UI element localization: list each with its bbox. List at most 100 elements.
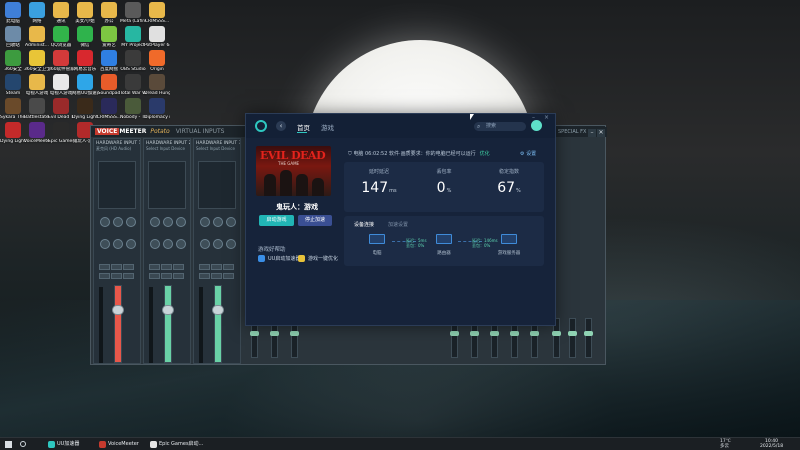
weather-widget[interactable]: 17℃ 多云 (720, 439, 731, 449)
desktop-icon[interactable]: Dying Light 2 (72, 98, 98, 120)
knob[interactable] (226, 239, 236, 249)
desktop-icon[interactable]: Nobody - The Turna... (120, 98, 146, 120)
close-icon[interactable]: ✕ (597, 129, 605, 137)
strip-device[interactable]: Select Input Device (144, 146, 190, 151)
strip-device[interactable]: 麦克风 (HD Audio) (94, 146, 140, 152)
desktop-icon[interactable]: CRIMSSS... (96, 98, 122, 120)
desktop-icon[interactable]: 爱奇艺 (96, 26, 122, 48)
knob[interactable] (163, 217, 173, 227)
desktop-icon[interactable]: Epic Games Launcher (48, 122, 74, 144)
strip-device[interactable]: Select Input Device (194, 146, 240, 151)
game-booster-window[interactable]: ‹ 首页 游戏 ⌕ 搜索 – × EVIL DEAD THE GAME 鬼玩人：… (245, 113, 556, 326)
desktop-icon[interactable]: Steam (0, 74, 26, 96)
tab-home[interactable]: 首页 (297, 122, 310, 132)
desktop-icon[interactable]: 办公 (96, 2, 122, 24)
taskbar-app[interactable]: VoiceMeeter (97, 439, 143, 450)
tab-device-connection[interactable]: 设备连接 (354, 221, 374, 228)
knob[interactable] (126, 239, 136, 249)
desktop-icon[interactable]: 微信 (72, 26, 98, 48)
avatar[interactable] (531, 120, 542, 131)
bus-buttons[interactable] (99, 263, 137, 270)
desktop-icon[interactable]: 360安全卫士 (24, 50, 50, 72)
knob[interactable] (100, 217, 110, 227)
desktop-icon[interactable]: MY Project (120, 26, 146, 48)
launch-game-button[interactable]: 启动游戏 (259, 215, 294, 226)
desktop-icon[interactable]: Sykara The Win... (0, 98, 26, 120)
knob[interactable] (113, 217, 123, 227)
desktop-icon[interactable]: 360安全 (0, 50, 26, 72)
desktop-icon[interactable]: VoiceMeeter (24, 122, 50, 144)
input-strip-3[interactable]: HARDWARE INPUT 3 Select Input Device (193, 138, 241, 364)
desktop-icon[interactable]: Origin (144, 50, 170, 72)
knob[interactable] (200, 217, 210, 227)
settings-button[interactable]: ⚙ 设置 (520, 150, 536, 157)
close-icon[interactable]: × (544, 114, 549, 121)
bus-fader[interactable] (568, 318, 577, 358)
input-strip-1[interactable]: HARDWARE INPUT 1 麦克风 (HD Audio) (93, 138, 141, 364)
desktop-icon[interactable]: 电视人游戏 (24, 74, 50, 96)
desktop-icon[interactable]: Mefa (Lafinit... (120, 2, 146, 24)
windows-start-icon[interactable] (5, 441, 12, 448)
desktop-icon[interactable]: Administ... (24, 26, 50, 48)
knob[interactable] (176, 239, 186, 249)
tab-boost-settings[interactable]: 加速设置 (388, 221, 408, 228)
bus-fader[interactable] (584, 318, 593, 358)
knob[interactable] (113, 239, 123, 249)
back-button[interactable]: ‹ (276, 121, 286, 131)
knob[interactable] (213, 217, 223, 227)
gain-fader[interactable] (114, 285, 122, 363)
minimize-icon[interactable]: – (532, 114, 535, 121)
taskbar-app[interactable]: Epic Games启动... (148, 439, 207, 450)
bus-buttons[interactable] (199, 263, 237, 270)
knob[interactable] (100, 239, 110, 249)
knob[interactable] (126, 217, 136, 227)
gain-fader[interactable] (214, 285, 222, 363)
input-strip-2[interactable]: HARDWARE INPUT 2 Select Input Device (143, 138, 191, 364)
bus-buttons[interactable] (199, 272, 237, 279)
knob[interactable] (163, 239, 173, 249)
desktop-icon[interactable]: OBS Studio (120, 50, 146, 72)
knob[interactable] (226, 217, 236, 227)
fader-handle[interactable] (112, 305, 124, 315)
desktop-icon[interactable]: Dread Hunger (144, 74, 170, 96)
bus-buttons[interactable] (149, 263, 187, 270)
desktop-icon[interactable]: 回收站 (0, 26, 26, 48)
desktop-icon[interactable]: Battlestate Escape fr... (24, 98, 50, 120)
desktop-icon[interactable]: Diplomacy is Not a... (144, 98, 170, 120)
accessory-item[interactable]: UU启动加速器 (258, 255, 300, 262)
gain-fader[interactable] (164, 285, 172, 363)
optimize-link[interactable]: 优化 (480, 151, 490, 157)
minimize-icon[interactable]: – (588, 129, 596, 137)
desktop-icon[interactable]: 通讯 (48, 2, 74, 24)
desktop-icon[interactable]: 网络 (24, 2, 50, 24)
desktop-icon[interactable]: 百度网盘 (96, 50, 122, 72)
bus-buttons[interactable] (99, 272, 137, 279)
stop-boost-button[interactable]: 停止加速 (298, 215, 332, 226)
desktop-icon[interactable]: Dying Light 2 (0, 122, 26, 144)
accessory-item[interactable]: 游戏一键优化 (298, 255, 338, 262)
search-icon[interactable] (20, 441, 26, 447)
clock[interactable]: 10:40 2022/5/18 (760, 439, 783, 449)
desktop-icon[interactable]: QQ浏览器 (48, 26, 74, 48)
desktop-icon[interactable]: 网易UU加速器 (72, 74, 98, 96)
desktop-icon[interactable]: 360软件管家 (48, 50, 74, 72)
game-cover[interactable]: EVIL DEAD THE GAME (256, 146, 331, 196)
fader-handle[interactable] (212, 305, 224, 315)
knob[interactable] (150, 239, 160, 249)
taskbar-app[interactable]: UU加速器 (46, 439, 83, 450)
desktop-icon[interactable]: 电视人游戏 (48, 74, 74, 96)
knob[interactable] (213, 239, 223, 249)
desktop-icon[interactable]: Evil Dead The Game (48, 98, 74, 120)
desktop-icon[interactable]: PotPlayer 64 bit (144, 26, 170, 48)
desktop-icon[interactable]: 美女/小姐 (72, 2, 98, 24)
desktop-icon[interactable]: Total War WARHAM... (120, 74, 146, 96)
desktop-icon[interactable]: CRIMSSS... (144, 2, 170, 24)
search-input[interactable]: ⌕ 搜索 (474, 122, 526, 131)
desktop-icon[interactable]: 网易云音乐 (72, 50, 98, 72)
desktop-icon[interactable]: Soundpad (96, 74, 122, 96)
fader-handle[interactable] (162, 305, 174, 315)
bus-buttons[interactable] (149, 272, 187, 279)
knob[interactable] (176, 217, 186, 227)
desktop-icon[interactable]: 此电脑 (0, 2, 26, 24)
knob[interactable] (200, 239, 210, 249)
